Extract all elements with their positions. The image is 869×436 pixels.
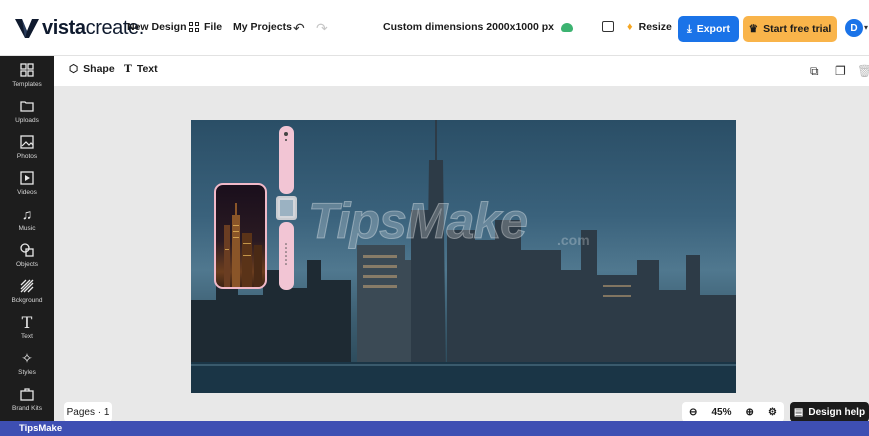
download-icon: ⤓: [687, 22, 692, 35]
duplicate-icon[interactable]: ❐: [835, 64, 846, 78]
cloud-saved-icon: [561, 22, 573, 32]
sidebar-item-label: Photos: [16, 153, 38, 160]
chevron-down-icon[interactable]: ▾: [864, 23, 868, 32]
phone-night-city-image: [224, 203, 262, 287]
sidebar-item-label: Uploads: [15, 117, 39, 124]
my-projects-label: My Projects: [233, 21, 292, 33]
design-help-button[interactable]: ▤ Design help: [790, 402, 869, 422]
music-icon: ♫: [21, 206, 33, 222]
footer-brand-text: TipsMake: [19, 423, 63, 434]
text-label: Text: [136, 63, 158, 75]
logo-bold-text: vista: [42, 16, 86, 39]
shape-label: Shape: [83, 63, 115, 75]
pages-label: Pages · 1: [66, 406, 110, 418]
premium-gem-icon: ♦: [627, 21, 633, 33]
design-canvas[interactable]: TipsMake .com: [191, 120, 736, 393]
redo-icon[interactable]: ↷: [316, 20, 328, 37]
pages-button[interactable]: Pages · 1: [64, 402, 112, 422]
logo-v-icon: [15, 19, 39, 38]
undo-icon[interactable]: ↶: [293, 20, 305, 37]
new-design-label: New Design: [127, 21, 187, 33]
videos-icon: [19, 170, 35, 186]
add-note-icon[interactable]: ⧉: [810, 64, 819, 79]
sidebar-item-photos[interactable]: Photos: [0, 132, 54, 168]
sidebar: Templates Uploads Photos Videos ♫ Music …: [0, 56, 54, 421]
text-icon: T: [21, 312, 33, 332]
pink-watch-image: [276, 126, 297, 290]
sidebar-item-templates[interactable]: Templates: [0, 60, 54, 96]
photos-icon: [19, 134, 35, 150]
shape-button[interactable]: ⬡ Shape: [69, 63, 115, 75]
text-t-icon: T: [124, 63, 132, 75]
sidebar-item-label: Objects: [15, 261, 39, 268]
file-label: File: [204, 21, 223, 33]
export-button[interactable]: ⤓ Export: [678, 16, 739, 42]
start-trial-label: Start free trial: [763, 23, 832, 35]
design-help-label: Design help: [808, 406, 866, 418]
smartwatch-image-element[interactable]: [276, 126, 297, 290]
sidebar-item-label: Videos: [17, 189, 37, 196]
templates-icon: [19, 62, 35, 78]
sidebar-item-label: Brand Kits: [12, 405, 42, 412]
footer-brand-bar: TipsMake: [0, 421, 869, 436]
zoom-in-icon[interactable]: ⊕: [746, 407, 754, 418]
my-projects-button[interactable]: My Projects: [233, 21, 292, 33]
sidebar-item-background[interactable]: Bckground: [0, 276, 54, 312]
export-label: Export: [696, 23, 730, 35]
sidebar-item-label: Templates: [12, 81, 42, 88]
top-bar: vistacreate. New Design File My Projects…: [0, 0, 869, 56]
sidebar-item-uploads[interactable]: Uploads: [0, 96, 54, 132]
sidebar-item-label: Styles: [18, 369, 36, 376]
start-free-trial-button[interactable]: ♛ Start free trial: [743, 16, 837, 42]
sidebar-item-label: Music: [18, 225, 36, 232]
sidebar-item-text[interactable]: T Text: [0, 312, 54, 348]
element-toolbar: ⬡ Shape T Text ⧉ ❐ 🗑: [54, 56, 869, 86]
sidebar-item-videos[interactable]: Videos: [0, 168, 54, 204]
phone-image-element[interactable]: [214, 183, 267, 289]
file-grid-icon: [189, 22, 199, 32]
styles-icon: ✧: [21, 349, 33, 366]
resize-label: Resize: [638, 21, 672, 33]
uploads-icon: [19, 98, 35, 114]
sidebar-item-brand-kits[interactable]: Brand Kits: [0, 384, 54, 420]
zoom-control: ⊖ 45% ⊕ ⚙: [682, 402, 784, 422]
text-button[interactable]: T Text: [124, 63, 158, 75]
shape-icon: ⬡: [69, 63, 79, 75]
document-title[interactable]: Custom dimensions 2000x1000 px: [383, 21, 573, 33]
vistacreate-logo[interactable]: vistacreate.: [14, 15, 144, 41]
city-skyline-image: [191, 120, 736, 393]
document-title-text: Custom dimensions 2000x1000 px: [383, 21, 554, 33]
avatar[interactable]: D: [845, 19, 863, 37]
sidebar-item-label: Bckground: [11, 297, 43, 304]
new-design-button[interactable]: New Design: [127, 21, 187, 33]
avatar-initial: D: [850, 22, 858, 34]
chat-icon: ▤: [793, 406, 804, 418]
zoom-level[interactable]: 45%: [711, 407, 731, 418]
zoom-out-icon[interactable]: ⊖: [689, 407, 697, 418]
background-icon: [19, 278, 35, 294]
crown-icon: ♛: [748, 23, 759, 35]
sidebar-item-music[interactable]: ♫ Music: [0, 204, 54, 240]
sidebar-item-objects[interactable]: Objects: [0, 240, 54, 276]
watermark-text: TipsMake: [308, 193, 529, 250]
brand-kits-icon: [19, 386, 35, 402]
trash-icon[interactable]: 🗑: [857, 64, 869, 78]
objects-icon: [19, 242, 35, 258]
sidebar-item-label: Text: [21, 333, 33, 340]
resize-button[interactable]: ♦ Resize: [627, 21, 672, 33]
watermark-suffix: .com: [557, 232, 590, 248]
comment-icon[interactable]: [602, 21, 614, 32]
settings-gear-icon[interactable]: ⚙: [768, 407, 777, 418]
sidebar-item-styles[interactable]: ✧ Styles: [0, 348, 54, 384]
file-menu-button[interactable]: File: [189, 21, 222, 33]
